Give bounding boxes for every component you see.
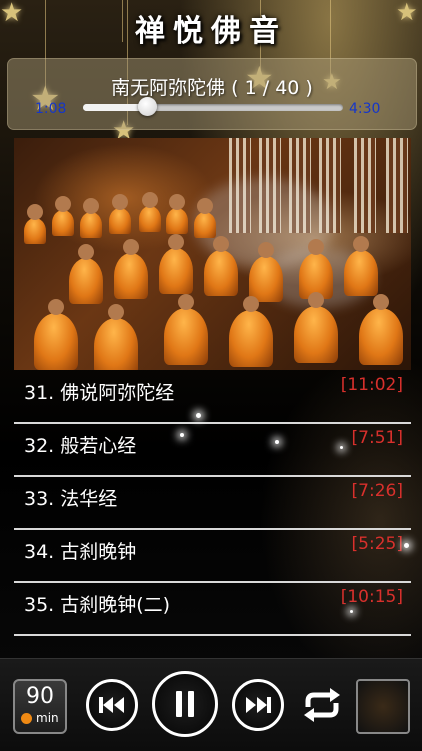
cover-window [386, 138, 408, 233]
song-name: 35. 古刹晚钟(二) [24, 594, 171, 616]
list-item[interactable]: 32. 般若心经 [7:51] [14, 424, 411, 477]
timer-value: 90 [26, 684, 54, 709]
cover-window [354, 138, 376, 233]
timer-icon [21, 713, 32, 724]
monk [229, 296, 273, 367]
sleep-timer-button[interactable]: 90 min [13, 679, 67, 734]
monk [166, 194, 188, 234]
monk [114, 239, 148, 299]
song-name: 33. 法华经 [24, 488, 118, 510]
sparkle [180, 433, 184, 437]
next-button[interactable] [232, 679, 284, 731]
sparkle [350, 610, 353, 613]
song-duration: [7:51] [351, 428, 403, 448]
song-name: 34. 古刹晚钟 [24, 541, 137, 563]
current-time: 1:08 [35, 101, 67, 117]
monk [109, 194, 131, 234]
sparkle [275, 440, 279, 444]
monk [359, 294, 403, 365]
monk [69, 244, 103, 304]
monk [159, 234, 193, 294]
list-item[interactable]: 31. 佛说阿弥陀经 [11:02] [14, 371, 411, 424]
song-duration: [11:02] [340, 375, 403, 395]
monk [294, 292, 338, 363]
progress-track[interactable] [83, 97, 343, 116]
monk [194, 198, 216, 238]
sparkle [340, 446, 343, 449]
progress-thumb[interactable] [138, 97, 157, 116]
list-item[interactable]: 33. 法华经 [7:26] [14, 477, 411, 530]
song-duration: [5:25] [351, 534, 403, 554]
monk [344, 236, 378, 296]
player-controls: 90 min [0, 658, 422, 751]
sparkle [404, 543, 409, 548]
repeat-button[interactable] [300, 685, 344, 725]
repeat-icon [304, 688, 340, 722]
list-item[interactable]: 34. 古刹晚钟 [5:25] [14, 530, 411, 583]
album-thumbnail-button[interactable] [356, 679, 410, 734]
now-playing-panel: 南无阿弥陀佛 ( 1 / 40 ) 1:08 4:30 [7, 58, 417, 130]
monk [139, 192, 161, 232]
now-playing-title: 南无阿弥陀佛 ( 1 / 40 ) [111, 77, 313, 99]
song-duration: [10:15] [340, 587, 403, 607]
pause-button[interactable] [152, 671, 218, 737]
timer-unit: min [36, 711, 59, 725]
pause-icon [176, 691, 194, 717]
monk [80, 198, 102, 238]
sparkle [196, 413, 201, 418]
monk [34, 299, 78, 370]
next-icon [246, 697, 271, 713]
app-title: 禅悦佛音 [135, 14, 287, 49]
total-time: 4:30 [349, 101, 381, 117]
song-name: 32. 般若心经 [24, 435, 137, 457]
song-list[interactable]: 31. 佛说阿弥陀经 [11:02] 32. 般若心经 [7:51] 33. 法… [14, 371, 411, 658]
previous-icon [99, 697, 124, 713]
monk [94, 304, 138, 370]
monk [52, 196, 74, 236]
song-duration: [7:26] [351, 481, 403, 501]
monk [204, 236, 238, 296]
monk [249, 242, 283, 302]
monk [164, 294, 208, 365]
album-cover [14, 138, 411, 370]
previous-button[interactable] [86, 679, 138, 731]
monk [24, 204, 46, 244]
song-name: 31. 佛说阿弥陀经 [24, 382, 175, 404]
